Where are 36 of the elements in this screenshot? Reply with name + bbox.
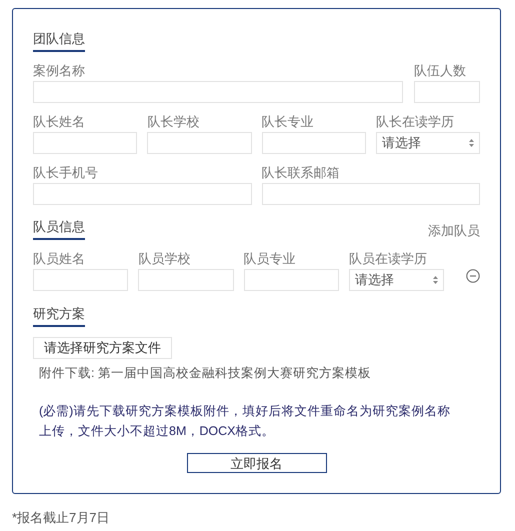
section-title: 队员信息 xyxy=(33,218,85,240)
remove-icon[interactable] xyxy=(466,269,480,283)
sort-arrows-icon xyxy=(469,139,474,147)
field-label: 队员在读学历 xyxy=(348,250,428,268)
field-label: 队员学校 xyxy=(138,250,192,268)
select-field[interactable]: 请选择 xyxy=(376,132,480,154)
upload-note: (必需)请先下载研究方案模板附件，填好后将文件重命名为研究案例名称上传，文件大小不超过8M，DOCX格式。 xyxy=(39,402,452,440)
field-label: 队员专业 xyxy=(244,250,296,268)
field-label: 案例名称 xyxy=(33,62,86,80)
input-field[interactable] xyxy=(33,269,128,291)
input-field[interactable] xyxy=(33,81,403,103)
field-label: 队长手机号 xyxy=(33,164,99,182)
section-title: 研究方案 xyxy=(33,305,85,327)
input-field[interactable] xyxy=(414,81,480,103)
input-field[interactable] xyxy=(33,132,138,154)
input-field[interactable] xyxy=(147,132,252,154)
field-label: 队员姓名 xyxy=(33,250,86,268)
field-label: 队伍人数 xyxy=(414,62,467,80)
submit-button[interactable]: 立即报名 xyxy=(186,452,326,473)
deadline-note: *报名截止7月7日 xyxy=(12,508,111,527)
input-field[interactable] xyxy=(244,269,339,291)
section-title: 团队信息 xyxy=(33,30,85,52)
input-field[interactable] xyxy=(33,183,252,205)
field-label: 队长姓名 xyxy=(33,113,86,131)
add-member-link[interactable]: 添加队员 xyxy=(428,220,480,240)
download-text: 附件下载: 第一届中国高校金融科技案例大赛研究方案模板 xyxy=(39,365,372,382)
input-field[interactable] xyxy=(262,183,480,205)
input-field[interactable] xyxy=(262,132,366,154)
field-label: 队长在读学历 xyxy=(376,113,455,131)
choose-file-button[interactable]: 请选择研究方案文件 xyxy=(33,337,172,359)
field-label: 队长专业 xyxy=(262,113,314,131)
sort-arrows-icon xyxy=(433,276,438,284)
field-label: 队长联系邮箱 xyxy=(262,164,340,182)
input-field[interactable] xyxy=(138,269,234,291)
field-label: 队长学校 xyxy=(147,113,200,131)
select-field[interactable]: 请选择 xyxy=(348,269,444,291)
